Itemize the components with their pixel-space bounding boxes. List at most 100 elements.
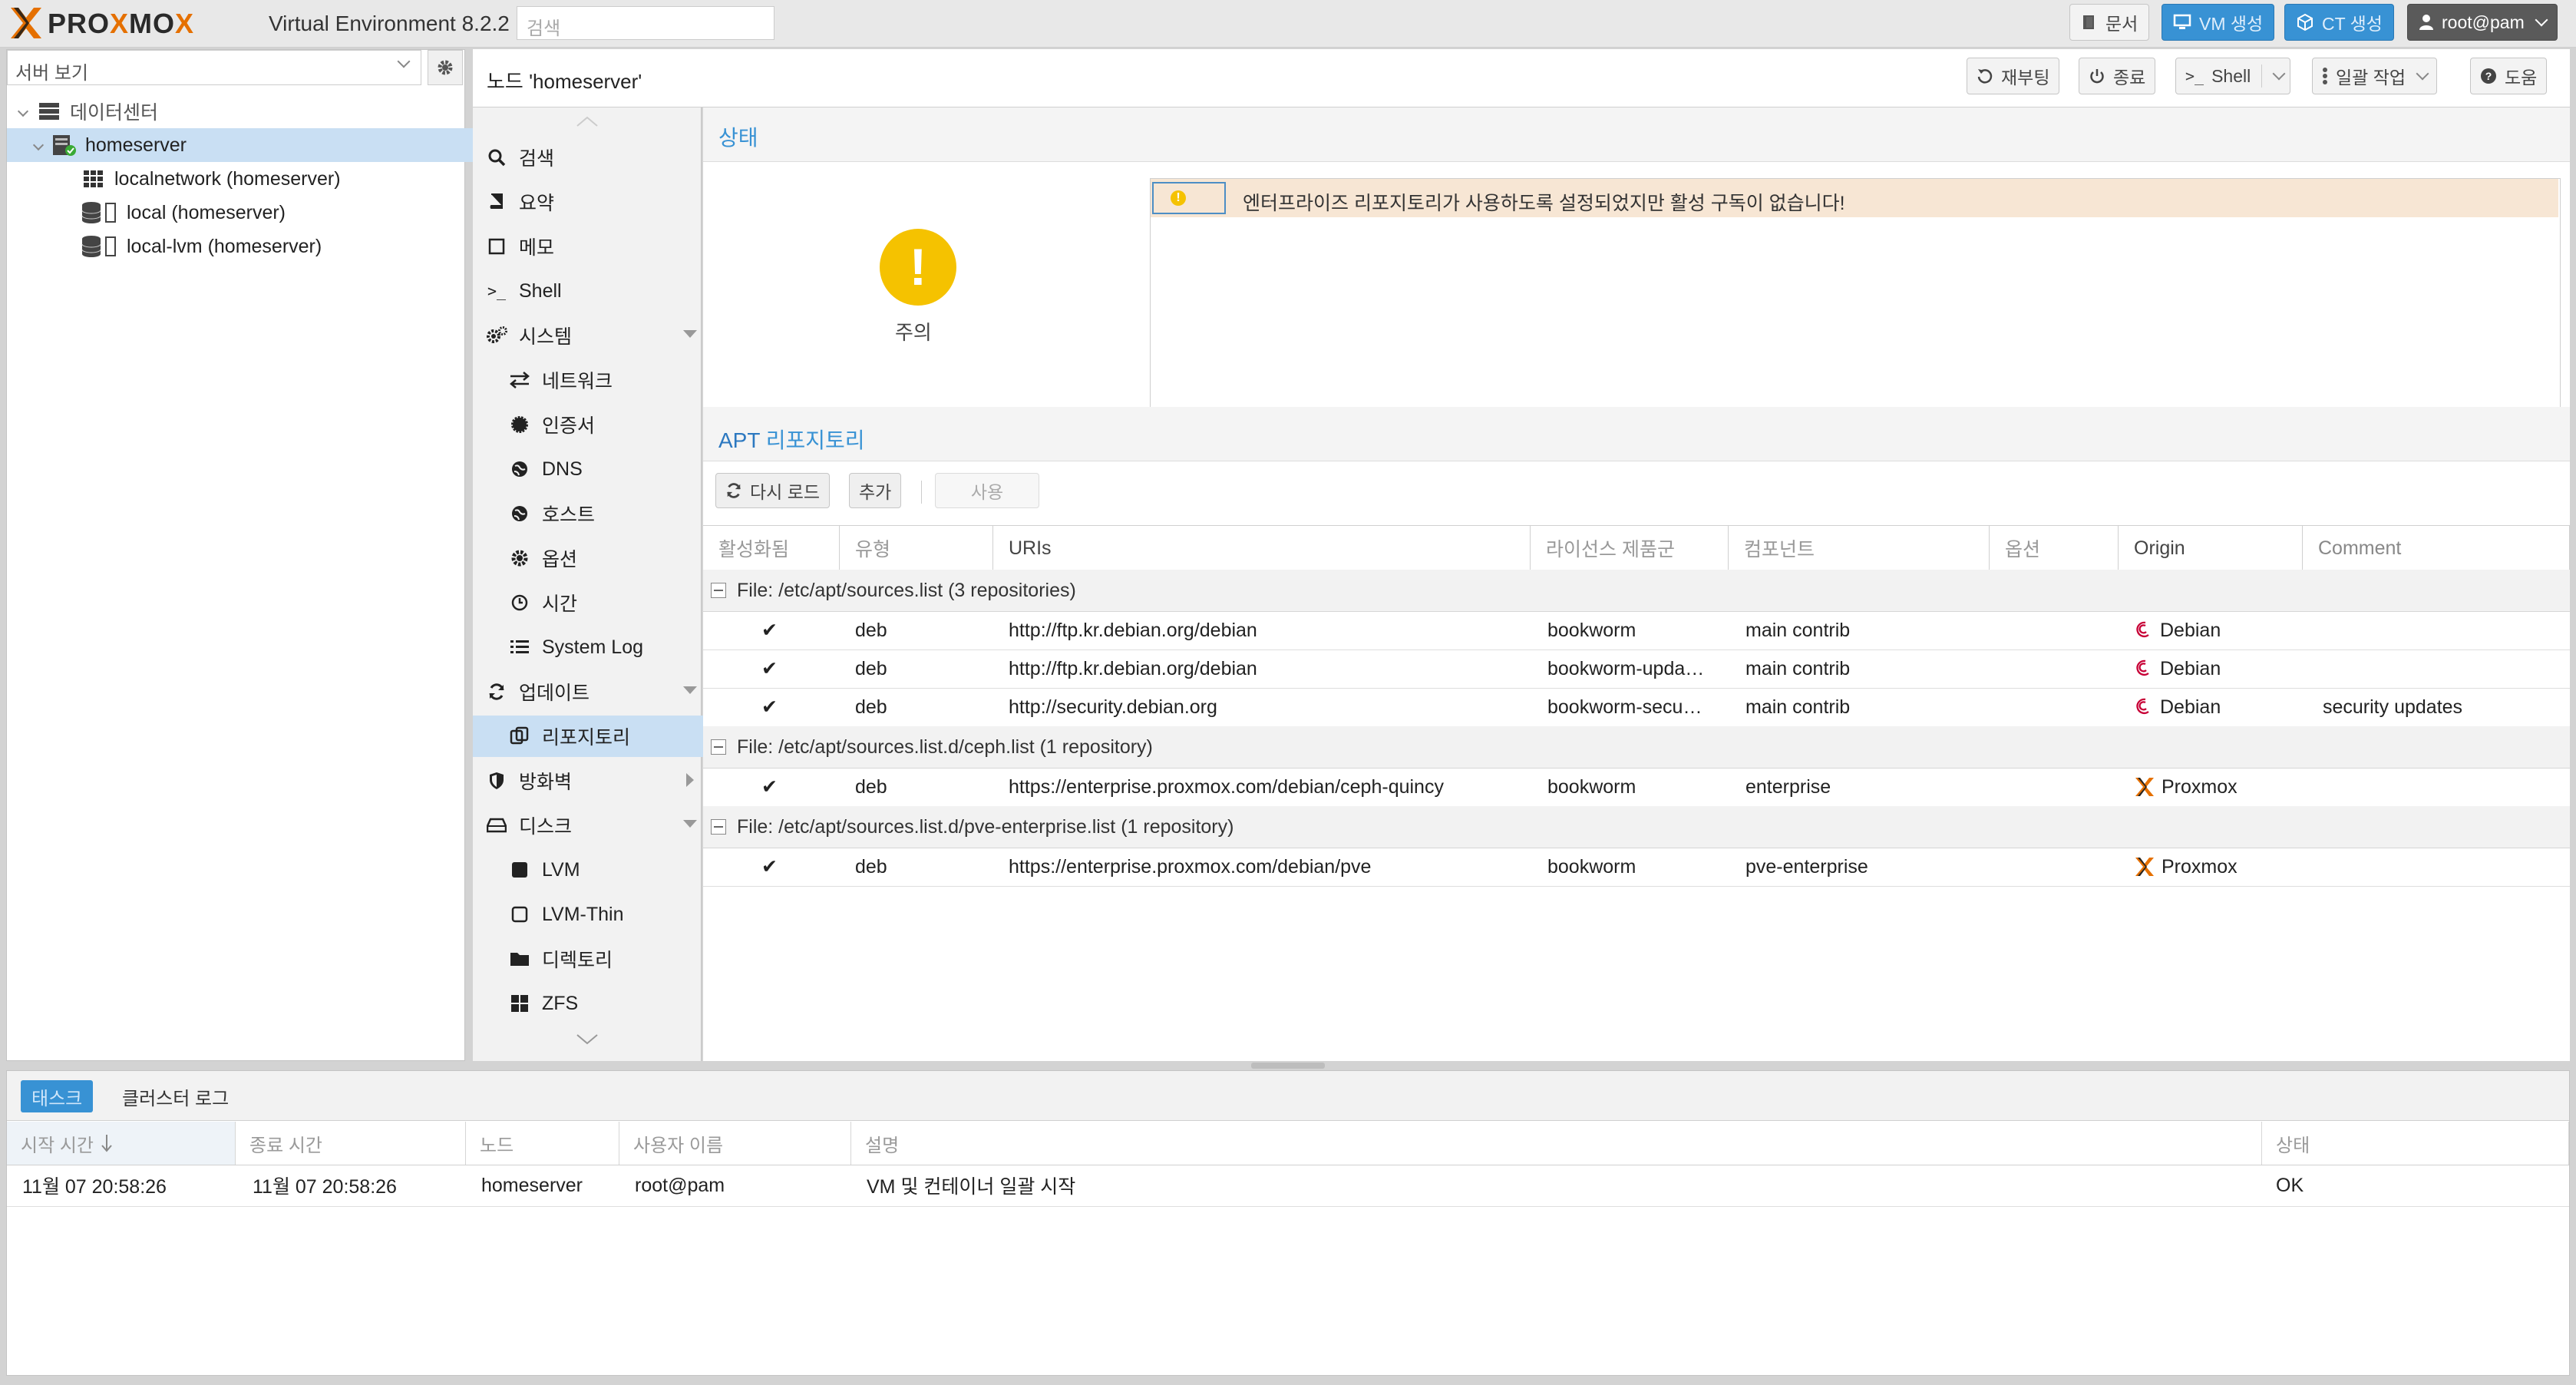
create-ct-button[interactable]: CT 생성	[2284, 4, 2394, 41]
splitter-handle[interactable]	[1251, 1063, 1325, 1069]
bulk-actions-button[interactable]: 일괄 작업	[2312, 58, 2438, 94]
column-header-end-time[interactable]: 종료 시간	[236, 1122, 466, 1165]
nav-item-directory[interactable]: 디렉토리	[473, 938, 737, 980]
status-panel: 상태 ! 주의 ! 엔터프라이즈 리포지토리가 사용하도록 설정되었지만 활성 …	[703, 107, 2570, 412]
nav-item-system-log[interactable]: System Log	[473, 626, 737, 668]
nav-item-certificates[interactable]: 인증서	[473, 404, 737, 445]
logo-text: PROXMOX	[48, 8, 195, 39]
scroll-down-icon[interactable]	[576, 1033, 599, 1046]
tree-item-datacenter[interactable]: 데이터센터	[7, 94, 472, 128]
add-repository-button[interactable]: 추가	[849, 473, 902, 508]
nav-item-updates[interactable]: 업데이트	[473, 671, 714, 712]
warning-icon: !	[1171, 190, 1186, 206]
nav-item-time[interactable]: 시간	[473, 582, 737, 623]
chevron-down-icon	[17, 105, 29, 117]
column-header-user[interactable]: 사용자 이름	[619, 1122, 851, 1165]
enabled-check-icon[interactable]: ✔	[761, 768, 778, 806]
column-header-origin[interactable]: Origin	[2119, 526, 2303, 570]
collapse-icon[interactable]	[711, 583, 726, 598]
nav-item-dns[interactable]: DNS	[473, 448, 737, 490]
column-header-uris[interactable]: URIs	[993, 526, 1531, 570]
column-header-components[interactable]: 컴포넌트	[1729, 526, 1990, 570]
shell-button[interactable]: >_ Shell	[2175, 58, 2291, 94]
group-row-ceph-list[interactable]: File: /etc/apt/sources.list.d/ceph.list …	[703, 726, 2570, 769]
tab-tasks[interactable]: 태스크	[21, 1080, 94, 1112]
column-header-status[interactable]: 상태	[2262, 1122, 2569, 1165]
collapse-arrow-icon[interactable]	[683, 686, 697, 694]
nav-item-summary[interactable]: 요약	[473, 181, 714, 223]
warning-message-row[interactable]: ! 엔터프라이즈 리포지토리가 사용하도록 설정되었지만 활성 구독이 없습니다…	[1151, 179, 2558, 217]
tab-cluster-log[interactable]: 클러스터 로그	[111, 1080, 239, 1112]
task-end-time: 11월 07 20:58:26	[253, 1176, 397, 1198]
column-header-suite[interactable]: 라이선스 제품군	[1531, 526, 1729, 570]
view-selector[interactable]: 서버 보기	[7, 50, 421, 85]
help-icon: ?	[2481, 68, 2496, 84]
user-menu-button[interactable]: root@pam	[2407, 4, 2558, 41]
nav-item-search[interactable]: 검색	[473, 137, 714, 178]
table-row[interactable]: ✔ deb https://enterprise.proxmox.com/deb…	[703, 848, 2570, 887]
nav-item-shell[interactable]: >_ Shell	[473, 270, 714, 312]
repo-suite: bookworm	[1547, 855, 1636, 878]
docs-button[interactable]: 문서	[2069, 4, 2150, 41]
tree-item-local-storage[interactable]: local (homeserver)	[7, 196, 538, 230]
column-header-description[interactable]: 설명	[851, 1122, 2262, 1165]
reboot-button[interactable]: 재부팅	[1967, 58, 2060, 94]
task-start-time: 11월 07 20:58:26	[22, 1176, 167, 1198]
collapse-arrow-icon[interactable]	[683, 330, 697, 338]
table-row[interactable]: ✔ deb http://security.debian.org bookwor…	[703, 688, 2570, 727]
column-header-comment[interactable]: Comment	[2303, 526, 2570, 570]
task-log-panel: 태스크 클러스터 로그 시작 시간 종료 시간 노드 사용자 이름 설명 상태 …	[6, 1070, 2570, 1376]
nav-item-disks[interactable]: 디스크	[473, 805, 714, 846]
monitor-icon	[2173, 14, 2191, 29]
column-header-enabled[interactable]: 활성화됨	[703, 526, 840, 570]
column-header-options[interactable]: 옵션	[1990, 526, 2119, 570]
search-input[interactable]: 검색	[517, 6, 774, 40]
enabled-check-icon[interactable]: ✔	[761, 611, 778, 650]
collapse-icon[interactable]	[711, 739, 726, 755]
task-user: root@pam	[635, 1174, 725, 1196]
nav-item-options[interactable]: 옵션	[473, 537, 737, 579]
column-header-type[interactable]: 유형	[840, 526, 993, 570]
repo-component: main contrib	[1745, 619, 1851, 641]
task-row[interactable]: 11월 07 20:58:26 11월 07 20:58:26 homeserv…	[7, 1165, 2569, 1207]
table-row[interactable]: ✔ deb https://enterprise.proxmox.com/deb…	[703, 768, 2570, 807]
collapse-icon[interactable]	[711, 819, 726, 835]
log-tab-bar: 태스크 클러스터 로그	[7, 1071, 2569, 1121]
nav-item-firewall[interactable]: 방화벽	[473, 760, 714, 802]
enabled-check-icon[interactable]: ✔	[761, 848, 778, 886]
table-row[interactable]: ✔ deb http://ftp.kr.debian.org/debian bo…	[703, 650, 2570, 689]
chevron-down-icon	[397, 55, 411, 68]
nav-item-network[interactable]: 네트워크	[473, 359, 737, 401]
tree-item-homeserver[interactable]: homeserver	[7, 128, 492, 162]
column-header-start-time[interactable]: 시작 시간	[7, 1122, 236, 1165]
expand-arrow-icon[interactable]	[686, 773, 694, 787]
reload-button[interactable]: 다시 로드	[715, 473, 831, 508]
nav-item-lvm[interactable]: LVM	[473, 849, 737, 891]
view-settings-button[interactable]	[428, 50, 463, 85]
nav-item-lvm-thin[interactable]: LVM-Thin	[473, 894, 737, 935]
column-header-node[interactable]: 노드	[466, 1122, 619, 1165]
enable-button[interactable]: 사용	[935, 473, 1039, 508]
group-row-pve-enterprise-list[interactable]: File: /etc/apt/sources.list.d/pve-enterp…	[703, 806, 2570, 848]
tree-item-local-lvm-storage[interactable]: local-lvm (homeserver)	[7, 230, 538, 263]
nav-item-system[interactable]: 시스템	[473, 315, 714, 356]
enabled-check-icon[interactable]: ✔	[761, 650, 778, 688]
scroll-up-icon[interactable]	[576, 115, 599, 127]
tree-item-localnetwork[interactable]: localnetwork (homeserver)	[7, 162, 538, 196]
nav-item-hosts[interactable]: 호스트	[473, 493, 737, 534]
enabled-check-icon[interactable]: ✔	[761, 688, 778, 726]
list-icon	[508, 636, 531, 659]
group-row-sources-list[interactable]: File: /etc/apt/sources.list (3 repositor…	[703, 570, 2570, 612]
create-vm-button[interactable]: VM 생성	[2162, 4, 2275, 41]
grid-icon	[508, 992, 531, 1015]
help-button[interactable]: ? 도움	[2470, 58, 2548, 94]
square-outline-icon	[508, 903, 531, 926]
table-row[interactable]: ✔ deb http://ftp.kr.debian.org/debian bo…	[703, 611, 2570, 650]
chevron-down-icon[interactable]	[2272, 67, 2286, 81]
nav-item-zfs[interactable]: ZFS	[473, 983, 737, 1024]
debian-logo-icon	[2136, 698, 2149, 714]
nav-item-notes[interactable]: 메모	[473, 226, 714, 267]
collapse-arrow-icon[interactable]	[683, 820, 697, 828]
nav-item-repositories[interactable]: 리포지토리	[473, 716, 737, 757]
shutdown-button[interactable]: 종료	[2079, 58, 2156, 94]
